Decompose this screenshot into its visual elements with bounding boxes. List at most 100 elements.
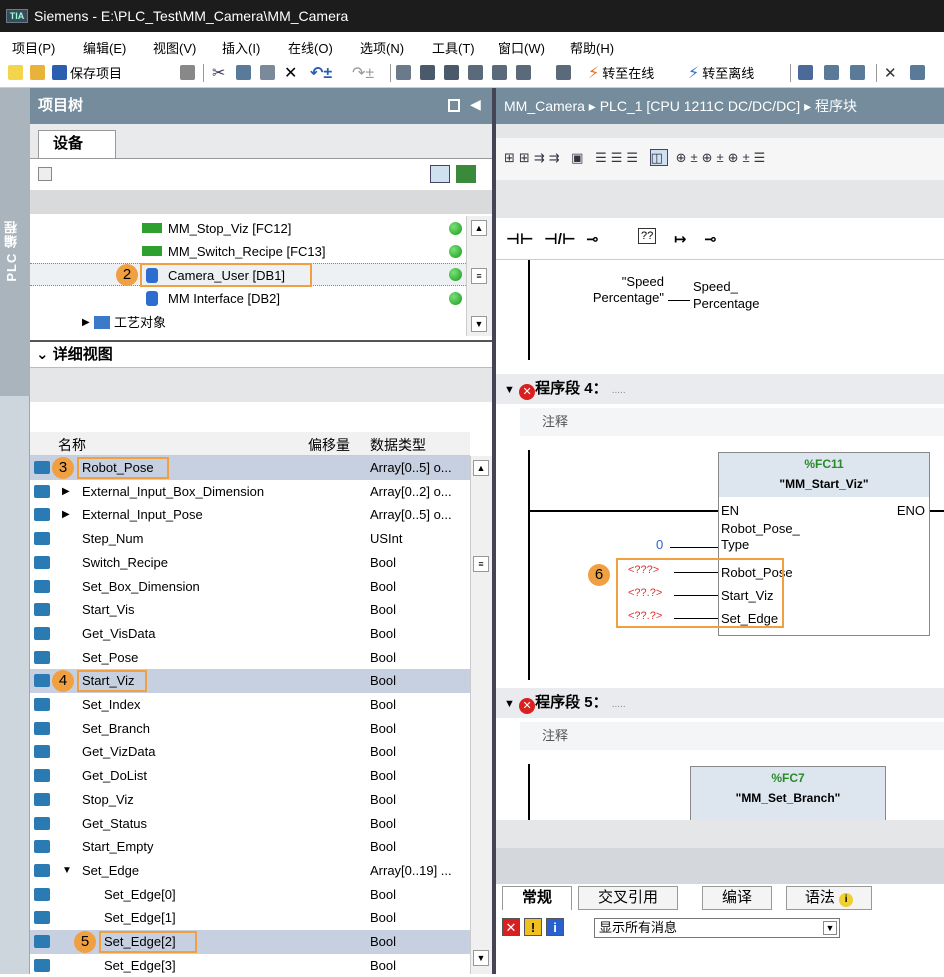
table-row[interactable]: Set_Edge[2] Bool: [30, 930, 470, 954]
open-branch-icon[interactable]: ↦: [674, 230, 687, 248]
simulation-icon[interactable]: [468, 65, 483, 80]
menu-tools[interactable]: 工具(T): [432, 38, 475, 57]
paste-icon[interactable]: [260, 65, 275, 80]
menu-online[interactable]: 在线(O): [288, 38, 333, 57]
info-filter-icon[interactable]: i: [546, 918, 564, 936]
table-row[interactable]: Set_Branch Bool: [30, 717, 470, 741]
tree-item-stop-viz[interactable]: MM_Stop_Viz [FC12]: [30, 217, 466, 240]
network-4-header[interactable]: ▼ ✕ 程序段 4： .....: [496, 374, 944, 404]
tree-item-mm-interface[interactable]: MM Interface [DB2]: [30, 287, 466, 310]
network-icon[interactable]: [456, 165, 476, 183]
col-offset[interactable]: 偏移量: [308, 435, 350, 455]
table-row[interactable]: Get_VizData Bool: [30, 740, 470, 764]
editor-toolbar-icons[interactable]: ⊞⊞⇉⇉ ▣ ☰☰☰ ◫ ⊕±⊕±⊕±☰: [504, 149, 769, 166]
delete-icon[interactable]: ✕: [284, 63, 297, 83]
table-row[interactable]: Get_Status Bool: [30, 812, 470, 836]
scroll-thumb[interactable]: ≡: [471, 268, 487, 284]
col-name[interactable]: 名称: [58, 435, 86, 455]
scroll-up-icon[interactable]: ▲: [473, 460, 489, 476]
scroll-down-icon[interactable]: ▼: [471, 316, 487, 332]
scroll-up-icon[interactable]: ▲: [471, 220, 487, 236]
copy-icon[interactable]: [236, 65, 251, 80]
menu-project[interactable]: 项目(P): [12, 38, 55, 57]
menu-window[interactable]: 窗口(W): [498, 38, 545, 57]
coil-icon[interactable]: ⊸: [586, 230, 599, 248]
panel-layout-icon[interactable]: [448, 99, 460, 112]
speed-tag[interactable]: "Speed Percentage": [554, 274, 664, 306]
diagnostics-icon[interactable]: [798, 65, 813, 80]
network-4-comment[interactable]: 注释: [520, 408, 944, 436]
close-branch-icon[interactable]: ⊸: [704, 230, 717, 248]
table-row[interactable]: Set_Index Bool: [30, 693, 470, 717]
robot-pose-type-value[interactable]: 0: [656, 537, 663, 552]
detail-view-header[interactable]: ⌄ 详细视图: [30, 340, 492, 368]
expand-icon[interactable]: ▼: [62, 859, 72, 882]
ladder-editor[interactable]: "Speed Percentage" Speed_ Percentage ▼ ✕…: [496, 260, 944, 821]
print-icon[interactable]: [180, 65, 195, 80]
table-row[interactable]: Switch_Recipe Bool: [30, 551, 470, 575]
message-filter-select[interactable]: 显示所有消息 ▼: [594, 918, 840, 938]
network-5-comment[interactable]: 注释: [520, 722, 944, 750]
open-project-icon[interactable]: [30, 65, 45, 80]
warnings-filter-icon[interactable]: !: [524, 918, 542, 936]
tree-item-switch-recipe[interactable]: MM_Switch_Recipe [FC13]: [30, 240, 466, 263]
table-row[interactable]: ▶ External_Input_Box_Dimension Array[0..2]…: [30, 480, 470, 504]
menu-edit[interactable]: 编辑(E): [83, 38, 126, 57]
tab-cross-reference[interactable]: 交叉引用: [578, 886, 678, 910]
tab-syntax[interactable]: 语法 i: [786, 886, 872, 910]
menu-options[interactable]: 选项(N): [360, 38, 404, 57]
table-row[interactable]: Step_Num USInt: [30, 527, 470, 551]
chevron-down-icon[interactable]: ▼: [823, 921, 837, 935]
table-row[interactable]: ▼ Set_Edge Array[0..19] ...: [30, 859, 470, 883]
scroll-down-icon[interactable]: ▼: [473, 950, 489, 966]
table-row[interactable]: Get_VisData Bool: [30, 622, 470, 646]
table-row[interactable]: Set_Edge[1] Bool: [30, 906, 470, 930]
table-row[interactable]: Stop_Viz Bool: [30, 788, 470, 812]
overview-icon[interactable]: [430, 165, 450, 183]
tree-scrollbar[interactable]: ▲ ≡ ▼: [466, 216, 492, 336]
compile-icon[interactable]: [396, 65, 411, 80]
editor-hscroll[interactable]: [496, 820, 944, 848]
table-row[interactable]: Set_Edge[0] Bool: [30, 883, 470, 907]
table-row[interactable]: Set_Pose Bool: [30, 646, 470, 670]
close-editor-icon[interactable]: ✕: [884, 64, 897, 82]
fc7-block[interactable]: %FC7 "MM_Set_Branch": [690, 766, 886, 821]
scroll-thumb[interactable]: ≡: [473, 556, 489, 572]
accessible-devices-icon[interactable]: [556, 65, 571, 80]
download-icon[interactable]: [420, 65, 435, 80]
tree-item-technology-objects[interactable]: ▶ 工艺对象: [30, 311, 466, 334]
stop-cpu-icon[interactable]: [516, 65, 531, 80]
network-5-header[interactable]: ▼ ✕ 程序段 5： .....: [496, 688, 944, 718]
table-row[interactable]: Start_Vis Bool: [30, 598, 470, 622]
col-datatype[interactable]: 数据类型: [370, 435, 426, 455]
go-offline-button[interactable]: ⚡ 转至离线: [688, 64, 754, 82]
table-row[interactable]: Get_DoList Bool: [30, 764, 470, 788]
table-row[interactable]: ▶ External_Input_Pose Array[0..5] o...: [30, 503, 470, 527]
menu-insert[interactable]: 插入(I): [222, 38, 260, 57]
save-project-button[interactable]: 保存项目: [52, 64, 122, 81]
detail-scrollbar[interactable]: ▲ ≡ ▼: [470, 456, 492, 974]
redo-icon[interactable]: ↷±: [352, 63, 374, 83]
expand-icon[interactable]: ▶: [62, 503, 70, 526]
upload-icon[interactable]: [444, 65, 459, 80]
expand-icon[interactable]: ▶: [82, 311, 90, 334]
undo-icon[interactable]: ↶±: [310, 63, 332, 83]
table-row[interactable]: Set_Box_Dimension Bool: [30, 575, 470, 599]
new-project-icon[interactable]: [8, 65, 23, 80]
tab-compile[interactable]: 编译: [702, 886, 772, 910]
split-horizontal-icon[interactable]: [824, 65, 839, 80]
cut-icon[interactable]: ✂: [212, 63, 225, 83]
expand-icon[interactable]: ▶: [62, 480, 70, 503]
empty-box-icon[interactable]: ??: [638, 228, 657, 244]
tab-devices[interactable]: 设备: [38, 130, 116, 158]
go-online-button[interactable]: ⚡ 转至在线: [588, 64, 654, 82]
split-vertical-icon[interactable]: [850, 65, 865, 80]
no-contact-icon[interactable]: ⊣⊢: [506, 230, 533, 248]
collapse-tree-icon[interactable]: ◀: [470, 96, 481, 113]
start-cpu-icon[interactable]: [492, 65, 507, 80]
nc-contact-icon[interactable]: ⊣/⊢: [544, 230, 576, 248]
tab-general[interactable]: 常规: [502, 886, 572, 910]
table-row[interactable]: Start_Empty Bool: [30, 835, 470, 859]
errors-filter-icon[interactable]: ✕: [502, 918, 520, 936]
menu-help[interactable]: 帮助(H): [570, 38, 614, 57]
